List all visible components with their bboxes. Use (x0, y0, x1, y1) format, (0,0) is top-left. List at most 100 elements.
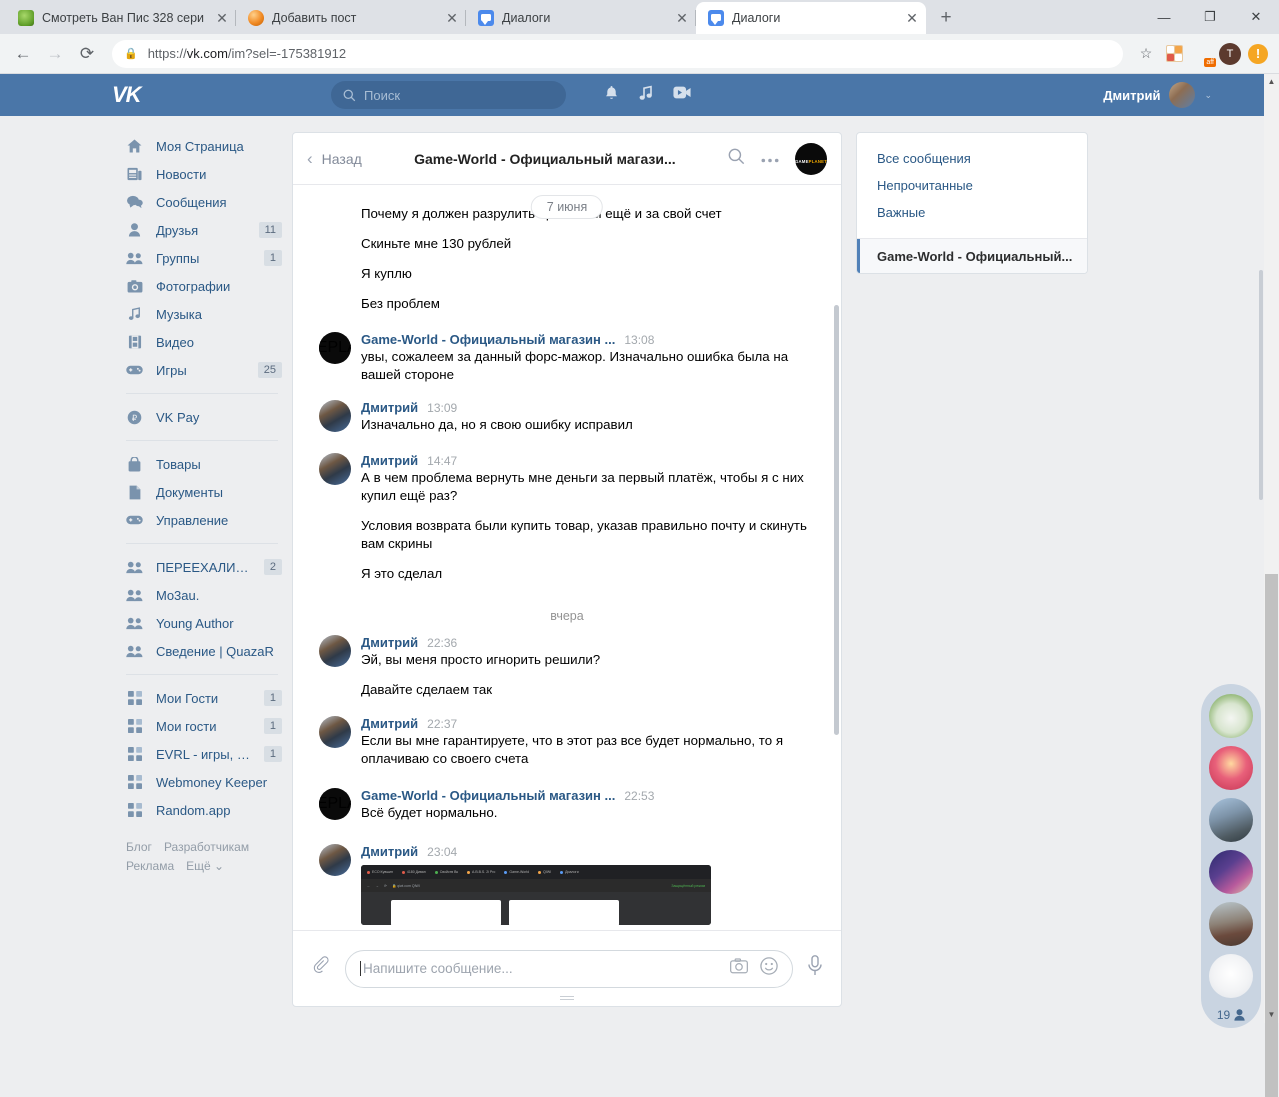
chat-panel: ‹ Назад Game-World - Официальный магази.… (292, 132, 842, 1007)
message-image-attachment[interactable]: ECO Кувшин 4180 Диван Свойств Вк A.B.B.S… (361, 865, 711, 925)
browser-tab[interactable]: Диалоги ✕ (466, 2, 696, 34)
messages-list[interactable]: 7 июня Почему я должен разрулить проблем… (293, 185, 841, 930)
sidebar-item-management[interactable]: Управление (112, 506, 292, 534)
conversation-item-game-world[interactable]: Game-World - Официальный... (857, 239, 1087, 273)
tab-close-icon[interactable]: ✕ (442, 8, 462, 28)
sidebar-item-app-evrl[interactable]: EVRL - игры, фи... 1 (112, 740, 292, 768)
browser-tab[interactable]: Добавить пост ✕ (236, 2, 466, 34)
avatar[interactable] (1209, 850, 1253, 894)
avatar[interactable]: GAMEPLANET (319, 332, 351, 364)
sidebar-item-groups[interactable]: Группы 1 (112, 244, 292, 272)
sidebar-item-app-moi-gosti-1[interactable]: Мои Гости 1 (112, 684, 292, 712)
tab-close-icon[interactable]: ✕ (902, 8, 922, 28)
sidebar-item-documents[interactable]: Документы (112, 478, 292, 506)
scroll-up-icon[interactable]: ▲ (1266, 76, 1277, 87)
new-tab-button[interactable]: + (932, 4, 960, 32)
page-scroll-indicator[interactable] (1259, 270, 1263, 500)
bell-icon[interactable] (604, 85, 619, 106)
smiley-icon[interactable] (760, 957, 778, 980)
avatar[interactable]: GAMEPLANET (319, 788, 351, 820)
message-author[interactable]: Дмитрий (361, 635, 418, 650)
browser-tab-active[interactable]: Диалоги ✕ (696, 2, 926, 34)
message-author[interactable]: Дмитрий (361, 453, 418, 468)
sidebar-item-my-page[interactable]: Моя Страница (112, 132, 292, 160)
message-author[interactable]: Game-World - Официальный магазин ... (361, 788, 615, 803)
paperclip-icon[interactable] (311, 956, 331, 982)
tab-close-icon[interactable]: ✕ (212, 8, 232, 28)
filter-item-important[interactable]: Важные (857, 199, 1087, 226)
sidebar-item-app-webmoney[interactable]: Webmoney Keeper (112, 768, 292, 796)
tab-close-icon[interactable]: ✕ (672, 8, 692, 28)
date-pill: 7 июня (531, 195, 603, 219)
message-input[interactable]: Напишите сообщение... (345, 950, 793, 988)
avatar[interactable] (1209, 694, 1253, 738)
sidebar-item-news[interactable]: Новости (112, 160, 292, 188)
back-button[interactable]: ‹ Назад (307, 149, 362, 169)
maximize-button[interactable]: ❐ (1187, 0, 1233, 34)
avatar[interactable] (1209, 798, 1253, 842)
avatar[interactable] (1209, 746, 1253, 790)
avatar[interactable] (1209, 902, 1253, 946)
reload-icon[interactable]: ⟳ (72, 39, 102, 69)
bookmark-star-icon[interactable]: ☆ (1133, 41, 1159, 67)
message-author[interactable]: Дмитрий (361, 400, 418, 415)
avatar[interactable] (319, 400, 351, 432)
back-icon[interactable]: ← (8, 39, 38, 69)
video-play-icon[interactable] (673, 85, 691, 105)
ellipsis-icon[interactable] (761, 150, 779, 168)
adguard-icon[interactable]: aff (1189, 41, 1215, 67)
message-author[interactable]: Дмитрий (361, 844, 418, 859)
avatar[interactable] (319, 453, 351, 485)
online-count[interactable]: 19 (1217, 1006, 1245, 1022)
vk-logo-icon[interactable]: VK (112, 82, 166, 108)
close-window-button[interactable]: ✕ (1233, 0, 1279, 34)
sidebar-item-app-moi-gosti-2[interactable]: Мои гости 1 (112, 712, 292, 740)
sidebar-item-group-pereehali[interactable]: ПЕРЕЕХАЛИ НА... 2 (112, 553, 292, 581)
avatar[interactable] (319, 716, 351, 748)
footer-link-blog[interactable]: Блог (126, 840, 152, 854)
sidebar-item-friends[interactable]: Друзья 11 (112, 216, 292, 244)
camera-icon[interactable] (730, 958, 748, 979)
filter-item-unread[interactable]: Непрочитанные (857, 172, 1087, 199)
sidebar-item-app-random[interactable]: Random.app (112, 796, 292, 824)
music-note-icon[interactable] (639, 85, 653, 106)
sidebar-item-music[interactable]: Музыка (112, 300, 292, 328)
address-bar[interactable]: 🔒 https://vk.com/im?sel=-175381912 (112, 40, 1123, 68)
user-menu[interactable]: Дмитрий ⌄ (1103, 82, 1212, 108)
sidebar-item-video[interactable]: Видео (112, 328, 292, 356)
avatar[interactable] (319, 635, 351, 667)
filter-item-all[interactable]: Все сообщения (857, 145, 1087, 172)
minimize-button[interactable]: — (1141, 0, 1187, 34)
filter-card: Все сообщения Непрочитанные Важные Game-… (856, 132, 1088, 274)
profile-avatar[interactable]: T (1217, 41, 1243, 67)
scroll-down-icon[interactable]: ▼ (1266, 1009, 1277, 1020)
sidebar-item-products[interactable]: Товары (112, 450, 292, 478)
chat-scrollbar[interactable] (834, 305, 839, 735)
extension-grid-icon[interactable] (1161, 41, 1187, 67)
sidebar-item-games[interactable]: Игры 25 (112, 356, 292, 384)
sidebar-item-photos[interactable]: Фотографии (112, 272, 292, 300)
sidebar-item-vk-pay[interactable]: ₽ VK Pay (112, 403, 292, 431)
chat-avatar[interactable]: GAMEPLANET (795, 143, 827, 175)
avatar[interactable] (1209, 954, 1253, 998)
search-icon[interactable] (728, 148, 745, 170)
resize-handle[interactable] (560, 996, 574, 1000)
footer-link-ads[interactable]: Реклама (126, 859, 174, 873)
update-badge-icon[interactable]: ! (1245, 41, 1271, 67)
message-time: 13:09 (427, 401, 457, 415)
sidebar-item-messages[interactable]: Сообщения (112, 188, 292, 216)
message-author[interactable]: Game-World - Официальный магазин ... (361, 332, 615, 347)
avatar[interactable] (319, 844, 351, 876)
search-input[interactable]: Поиск (331, 81, 566, 109)
footer-link-more[interactable]: Ещё ⌄ (186, 859, 224, 873)
browser-tab[interactable]: Смотреть Ван Пис 328 серия на ✕ (6, 2, 236, 34)
sidebar-item-group-young-author[interactable]: Young Author (112, 609, 292, 637)
message-author[interactable]: Дмитрий (361, 716, 418, 731)
page-scrollbar-track[interactable] (1264, 74, 1279, 1023)
microphone-icon[interactable] (807, 955, 823, 982)
sidebar-item-group-quazar[interactable]: Сведение | QuazaR (112, 637, 292, 665)
footer-link-developers[interactable]: Разработчикам (164, 840, 249, 854)
forward-icon[interactable]: → (40, 39, 70, 69)
browser-tab-bar: Смотреть Ван Пис 328 серия на ✕ Добавить… (0, 0, 1279, 34)
sidebar-item-group-mozau[interactable]: Mo3au. (112, 581, 292, 609)
